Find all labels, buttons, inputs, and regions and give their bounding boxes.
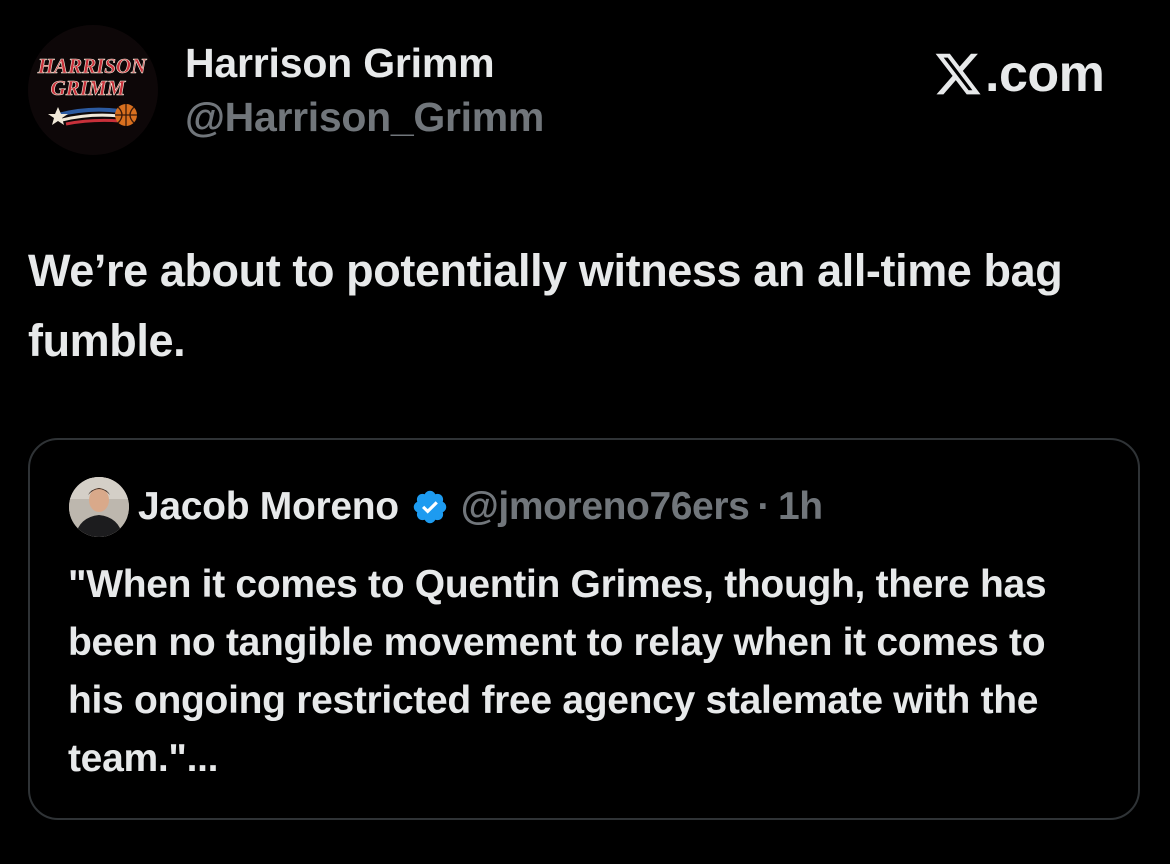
post-text: We’re about to potentially witness an al… [28,245,1063,366]
author-name[interactable]: Harrison Grimm [185,40,495,87]
author-handle[interactable]: @Harrison_Grimm [185,94,544,141]
logo-line-1: HARRISON [37,54,147,78]
quoted-author-avatar[interactable] [69,477,129,537]
post: HARRISON GRIMM Harrison Grimm @Harrison_… [0,0,1170,864]
x-logo-icon [935,53,981,95]
quoted-author-name[interactable]: Jacob Moreno [138,485,399,529]
verified-badge-icon [413,490,447,524]
brand-watermark: .com [933,44,1105,104]
harrison-grimm-logo-icon: HARRISON GRIMM [28,25,158,155]
author-avatar[interactable]: HARRISON GRIMM [28,25,158,155]
quoted-post-time[interactable]: 1h [778,485,823,529]
separator-dot: · [757,485,770,528]
quoted-post-header: Jacob Moreno @jmoreno76ers · 1h [138,482,823,532]
brand-label: .com [985,45,1105,103]
person-photo-icon [69,477,129,537]
quoted-post-card[interactable]: Jacob Moreno @jmoreno76ers · 1h "When it… [28,438,1140,820]
logo-line-2: GRIMM [51,76,127,100]
quoted-post-text: "When it comes to Quentin Grimes, though… [68,563,1047,780]
quoted-author-handle[interactable]: @jmoreno76ers [461,485,750,529]
